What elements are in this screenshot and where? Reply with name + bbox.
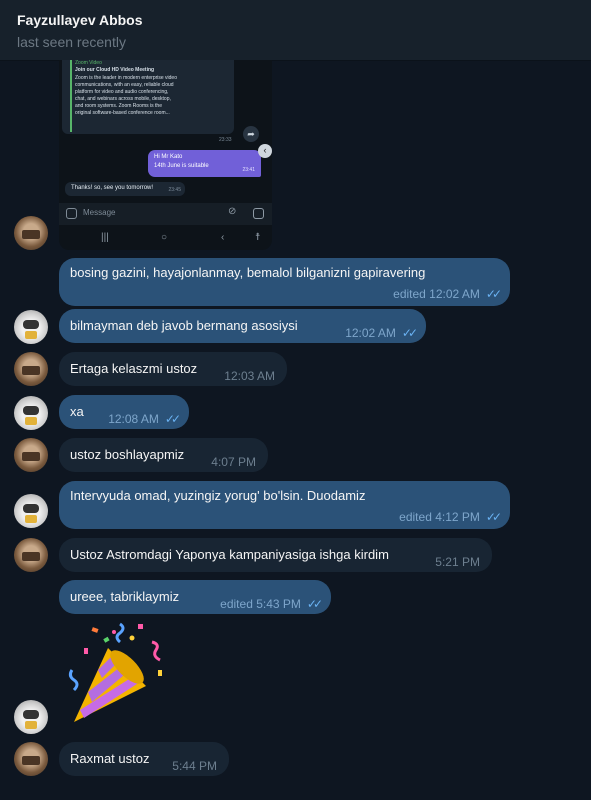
avatar[interactable] (14, 494, 48, 528)
message-text: xa (70, 404, 84, 419)
message-bubble[interactable]: Raxmat ustoz 5:44 PM (59, 742, 229, 776)
quote-line: platform for video and audio conferencin… (75, 89, 169, 95)
message-bubble[interactable]: ureee, tabriklaymiz edited 5:43 PM ✓✓ (59, 580, 331, 614)
sent-line: 14th June is suitable (154, 163, 209, 169)
message-text: Ertaga kelaszmi ustoz (70, 361, 198, 376)
avatar[interactable] (14, 438, 48, 472)
message-text: Raxmat ustoz (70, 751, 150, 766)
quote-line: Zoom Video (75, 60, 102, 66)
read-check-icon: ✓✓ (485, 287, 502, 301)
message-meta: 4:07 PM (211, 455, 256, 469)
link-preview-quote: Zoom Video Join our Cloud HD Video Meeti… (62, 60, 234, 134)
quote-line: original software-based conference room.… (75, 110, 170, 116)
message-text: bosing gazini, hayajonlanmay, bemalol bi… (70, 265, 426, 280)
contact-name[interactable]: Fayzullayev Abbos (17, 12, 143, 28)
message-meta: 12:08 AM ✓✓ (108, 412, 181, 426)
attach-icon: ⊘ (228, 206, 237, 217)
sent-line: Hi Mr Kato (154, 154, 183, 160)
message-text: bilmayman deb javob bermang asosiysi (70, 318, 298, 333)
message-meta: 12:02 AM ✓✓ (345, 326, 418, 340)
read-check-icon: ✓✓ (401, 326, 418, 340)
chevron-left-icon: ‹ (258, 144, 272, 158)
reply-bubble: Thanks! so, see you tomorrow! 23:45 (65, 182, 185, 196)
quote-line: Join our Cloud HD Video Meeting (75, 67, 155, 73)
quote-line: communications, with an easy, reliable c… (75, 82, 174, 88)
message-text: Intervyuda omad, yuzingiz yorug' bo'lsin… (70, 488, 366, 503)
party-popper-sticker[interactable] (64, 618, 168, 728)
message-text: ustoz boshlayapmiz (70, 447, 185, 462)
android-nav-bar: ||| ○ ‹ ☨ (59, 228, 272, 250)
message-text: Ustoz Astromdagi Yaponya kampaniyasiga i… (70, 547, 389, 562)
contact-status: last seen recently (17, 34, 126, 50)
message-bubble[interactable]: Ustoz Astromdagi Yaponya kampaniyasiga i… (59, 538, 492, 572)
message-meta: 12:03 AM (224, 369, 275, 383)
reply-time: 23:45 (168, 187, 181, 193)
read-check-icon: ✓✓ (485, 510, 502, 524)
emoji-icon (66, 208, 77, 219)
read-check-icon: ✓✓ (306, 597, 323, 611)
back-icon: ‹ (221, 232, 225, 243)
quote-line: and room systems. Zoom Rooms is the (75, 103, 162, 109)
avatar[interactable] (14, 216, 48, 250)
sent-bubble: Hi Mr Kato 14th June is suitable 23:41 (148, 150, 261, 177)
home-icon: ○ (161, 232, 168, 243)
message-placeholder: Message (83, 208, 116, 217)
reply-text: Thanks! so, see you tomorrow! (71, 185, 154, 191)
quote-time: 23:33 (219, 137, 232, 143)
message-bubble[interactable]: ustoz boshlayapmiz 4:07 PM (59, 438, 268, 472)
message-bubble[interactable]: bilmayman deb javob bermang asosiysi 12:… (59, 309, 426, 343)
quote-line: chat, and webinars across mobile, deskto… (75, 96, 171, 102)
message-bubble[interactable]: bosing gazini, hayajonlanmay, bemalol bi… (59, 258, 510, 306)
message-meta: 5:44 PM (172, 759, 217, 773)
message-meta: edited 5:43 PM ✓✓ (220, 597, 323, 611)
avatar[interactable] (14, 352, 48, 386)
accessibility-icon: ☨ (255, 232, 261, 243)
message-bubble[interactable]: Intervyuda omad, yuzingiz yorug' bo'lsin… (59, 481, 510, 529)
read-check-icon: ✓✓ (164, 412, 181, 426)
message-text: ureee, tabriklaymiz (70, 589, 180, 604)
quote-line: Zoom is the leader in modern enterprise … (75, 75, 177, 81)
recent-apps-icon: ||| (101, 232, 109, 243)
message-input-bar: Message ⊘ (59, 203, 272, 225)
message-meta: edited 12:02 AM ✓✓ (393, 287, 502, 301)
avatar[interactable] (14, 310, 48, 344)
message-bubble[interactable]: xa 12:08 AM ✓✓ (59, 395, 189, 429)
avatar[interactable] (14, 538, 48, 572)
message-meta: edited 4:12 PM ✓✓ (399, 510, 502, 524)
message-meta: 5:21 PM (435, 555, 480, 569)
screenshot-photo-message[interactable]: Zoom Video Join our Cloud HD Video Meeti… (59, 60, 272, 250)
avatar[interactable] (14, 700, 48, 734)
sent-time: 23:41 (242, 167, 255, 173)
camera-icon (253, 208, 264, 219)
avatar[interactable] (14, 742, 48, 776)
message-bubble[interactable]: Ertaga kelaszmi ustoz 12:03 AM (59, 352, 287, 386)
avatar[interactable] (14, 396, 48, 430)
share-icon: ➦ (243, 126, 259, 142)
chat-header[interactable]: Fayzullayev Abbos last seen recently (0, 0, 591, 61)
